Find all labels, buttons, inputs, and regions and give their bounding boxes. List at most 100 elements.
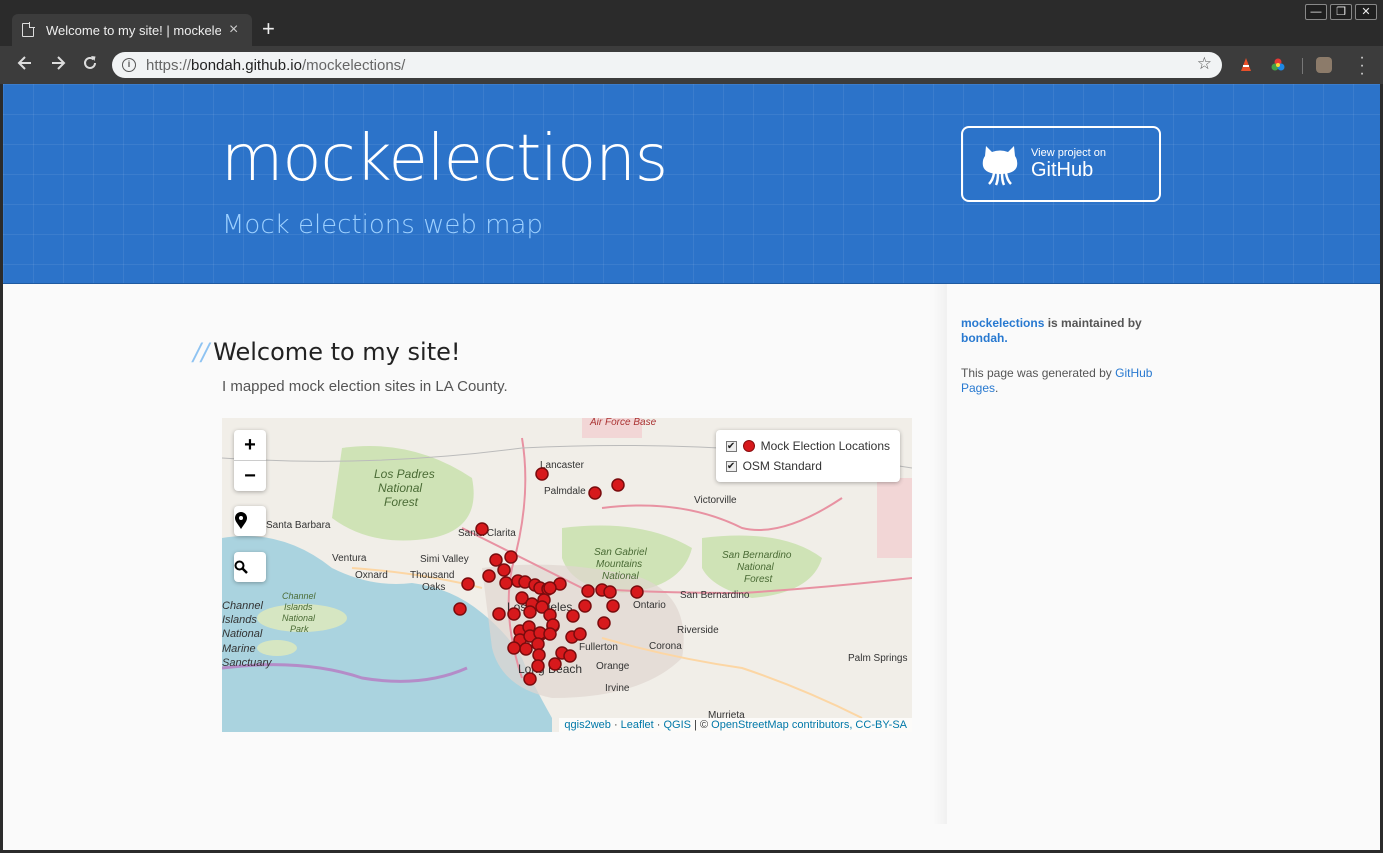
map-label: San Bernardino [722,550,792,561]
locate-control [234,506,266,536]
address-bar[interactable]: i https://bondah.github.io/mockelections… [112,52,1222,78]
election-location-marker[interactable] [523,605,537,619]
zoom-out-button[interactable]: − [234,461,266,491]
legend-label: Mock Election Locations [760,439,890,453]
tab-title: Welcome to my site! | mockelec [46,22,221,38]
election-location-marker[interactable] [453,602,467,616]
page: mockelections Mock elections web map Vie… [3,84,1380,850]
map-label: Victorville [694,495,737,506]
map-label: Forest [744,574,774,585]
election-location-marker[interactable] [531,659,545,673]
attribution-separator: | © [691,719,712,731]
election-location-marker[interactable] [504,550,518,564]
map-label: San Bernardino [680,590,750,601]
qgis2web-link[interactable]: qgis2web [564,719,610,731]
election-location-marker[interactable] [489,553,503,567]
zoom-control: + − [234,430,266,491]
legend-row-osm[interactable]: ✔ OSM Standard [725,456,890,476]
heading-slashes: // [193,338,210,366]
election-location-marker[interactable] [548,657,562,671]
election-location-marker[interactable] [492,607,506,621]
info-icon[interactable]: i [122,58,136,72]
generated-text: This page was generated by GitHub Pages. [961,366,1171,396]
election-location-marker[interactable] [566,609,580,623]
profile-avatar[interactable] [1316,57,1332,73]
browser-menu-icon[interactable]: · · · [1359,50,1365,82]
locate-button[interactable] [234,506,266,536]
election-location-marker[interactable] [532,648,546,662]
osm-link[interactable]: OpenStreetMap contributors, CC-BY-SA [711,719,907,731]
election-location-marker[interactable] [507,607,521,621]
election-location-marker[interactable] [578,599,592,613]
election-location-marker[interactable] [531,637,545,651]
page-icon [22,22,35,37]
search-control [234,552,266,582]
search-icon [234,560,248,574]
election-location-marker[interactable] [630,585,644,599]
map-label: National [378,481,422,495]
close-window-button[interactable]: ✕ [1355,4,1377,20]
map-label: Channel [282,591,317,601]
generated-by-text: This page was generated by [961,366,1116,380]
new-tab-button[interactable]: + [262,16,275,42]
map-label: Sanctuary [222,657,273,669]
election-location-marker[interactable] [606,599,620,613]
election-location-marker[interactable] [543,627,557,641]
election-location-marker[interactable] [497,563,511,577]
election-map[interactable]: Air Force Base Lancaster Palmdale Victor… [222,418,912,732]
layer-checkbox[interactable]: ✔ [725,440,737,452]
heading-text: Welcome to my site! [213,338,461,366]
election-location-marker[interactable] [519,642,533,656]
site-header: mockelections Mock elections web map Vie… [3,84,1380,284]
close-tab-icon[interactable]: × [229,21,238,39]
election-location-marker[interactable] [581,584,595,598]
period-text: . [995,381,999,395]
leaflet-link[interactable]: Leaflet [621,719,654,731]
intro-text: I mapped mock election sites in LA Count… [222,378,508,395]
election-location-marker[interactable] [603,585,617,599]
extension-cone-icon[interactable] [1238,57,1254,73]
extension-color-icon[interactable] [1270,57,1286,73]
election-location-marker[interactable] [499,576,513,590]
maximize-button[interactable]: ❐ [1330,4,1352,20]
project-link[interactable]: mockelections [961,316,1044,330]
layer-checkbox[interactable]: ✔ [725,460,737,472]
zoom-in-button[interactable]: + [234,430,266,460]
election-location-marker[interactable] [588,486,602,500]
election-location-marker[interactable] [543,581,557,595]
bookmark-star-icon[interactable]: ☆ [1197,54,1212,74]
reload-icon [84,56,96,69]
map-label: Channel [222,600,264,612]
minimize-button[interactable]: — [1305,4,1327,20]
reload-button[interactable] [79,54,101,76]
back-button[interactable] [14,54,36,76]
sidebar-divider [933,284,947,824]
octocat-icon [982,146,1018,186]
browser-toolbar: i https://bondah.github.io/mockelections… [0,46,1383,84]
qgis-link[interactable]: QGIS [663,719,691,731]
election-location-marker[interactable] [507,641,521,655]
election-location-marker[interactable] [535,467,549,481]
forward-button[interactable] [47,54,69,76]
browser-tab[interactable]: Welcome to my site! | mockelec × [12,14,252,46]
election-location-marker[interactable] [573,627,587,641]
election-location-marker[interactable] [597,616,611,630]
map-search-button[interactable] [234,552,266,582]
legend-row-election-locations[interactable]: ✔ Mock Election Locations [725,436,890,456]
maintained-by-text: is maintained by [1044,316,1142,330]
view-on-github-button[interactable]: View project on GitHub [961,126,1161,202]
map-label: Palm Springs [848,653,907,664]
forward-arrow-icon [52,56,66,70]
back-arrow-icon [17,56,31,70]
map-label: Thousand [410,570,454,581]
map-label: Simi Valley [420,554,469,565]
author-link[interactable]: bondah. [961,331,1008,345]
election-location-marker[interactable] [482,569,496,583]
election-location-marker[interactable] [475,522,489,536]
election-location-marker[interactable] [563,649,577,663]
election-location-marker[interactable] [461,577,475,591]
election-location-marker[interactable] [523,672,537,686]
site-subtitle: Mock elections web map [222,210,543,240]
election-location-marker[interactable] [611,478,625,492]
site-title: mockelections [221,122,668,196]
